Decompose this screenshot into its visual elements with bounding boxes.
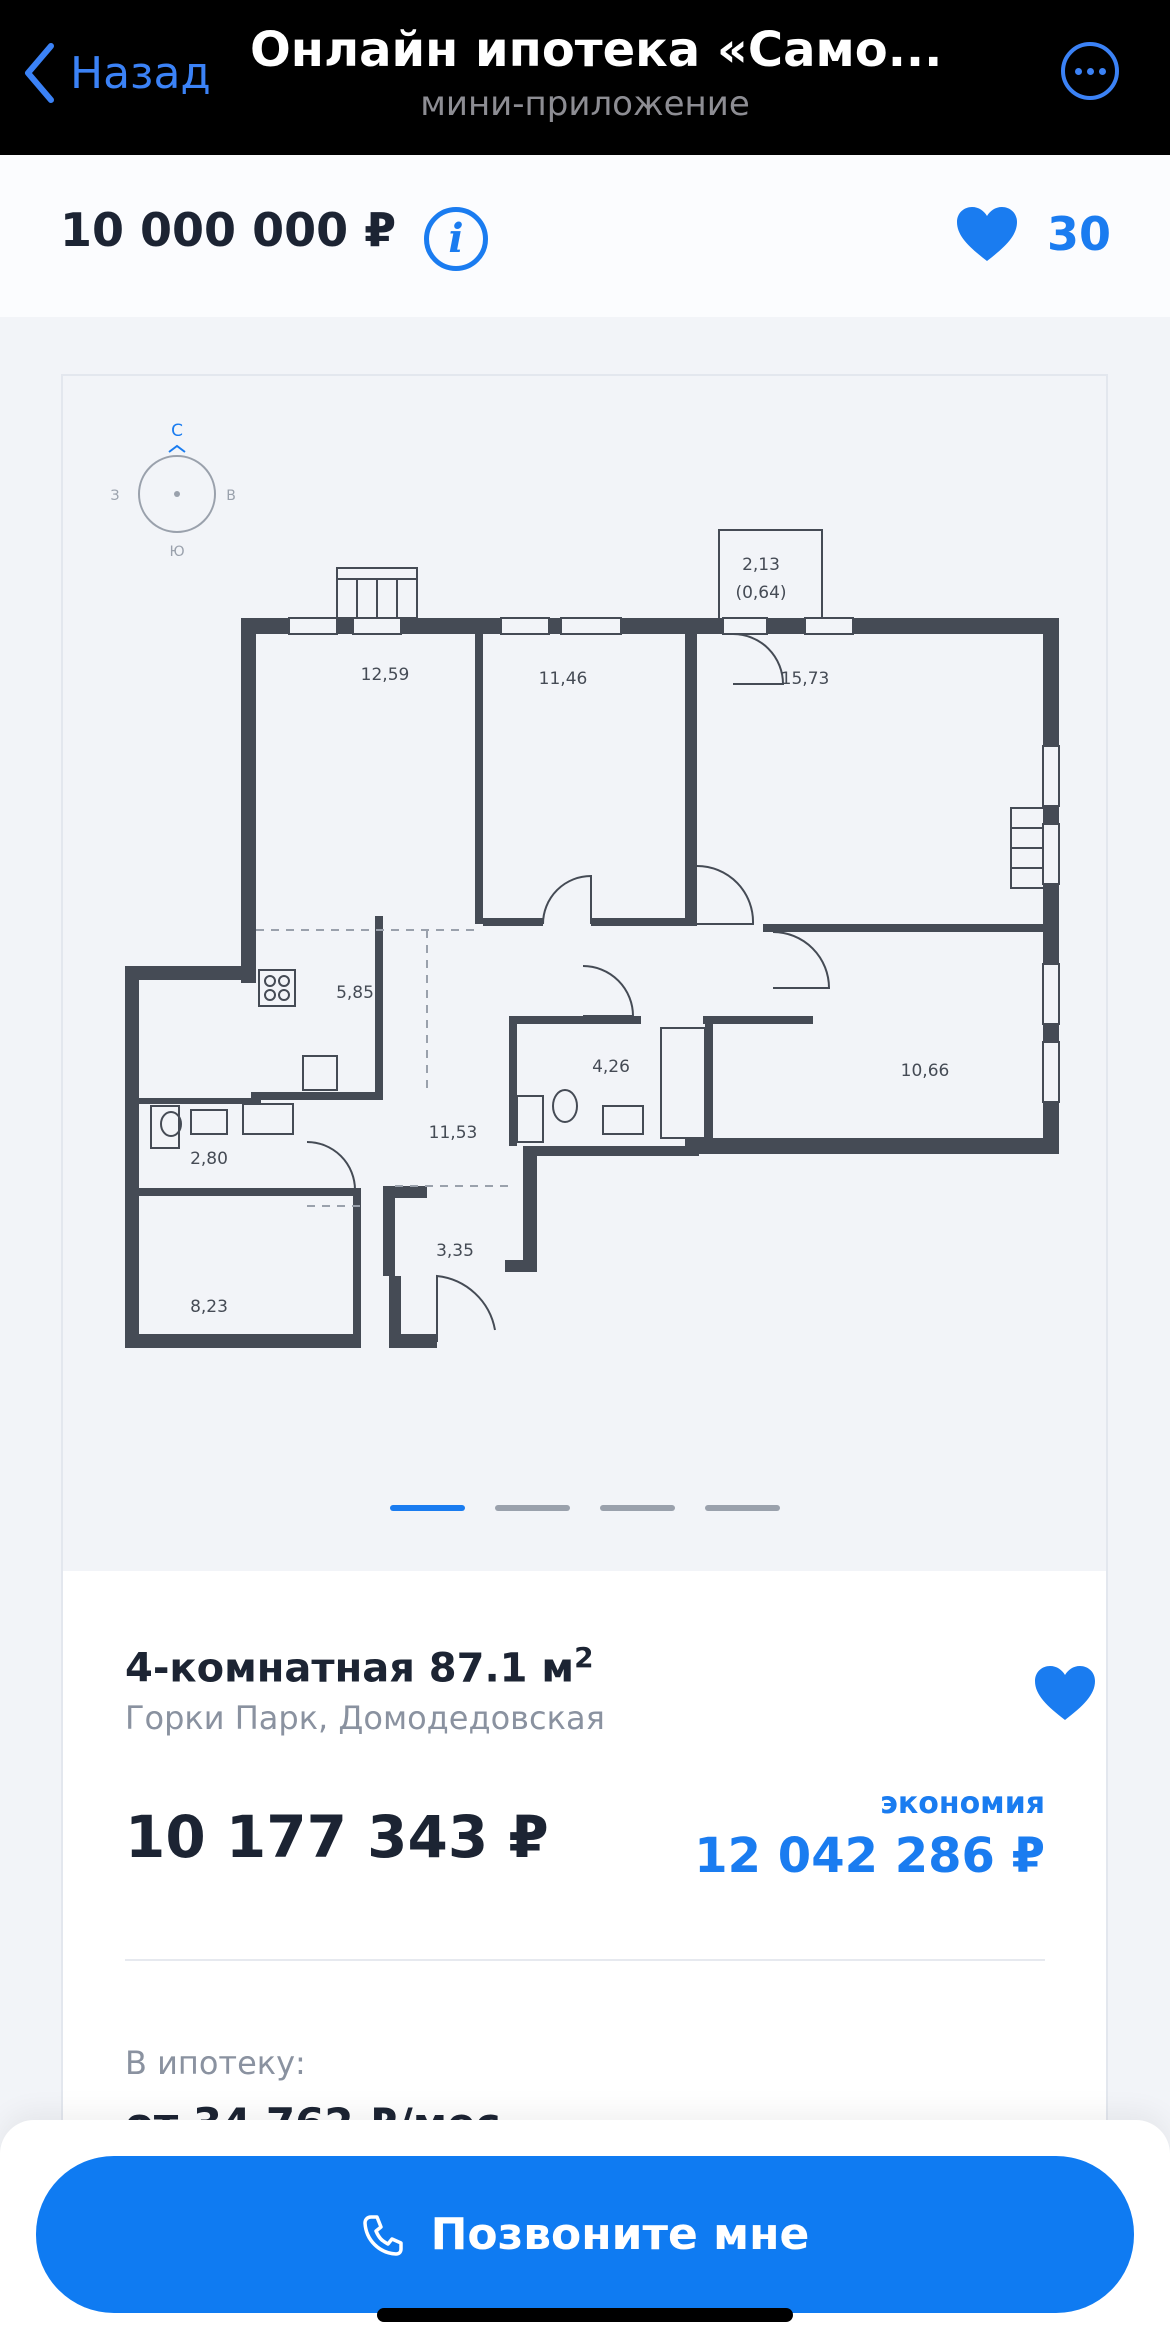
floorplan-image: С З В Ю 12,59 11,46 2,13 (0,64) 15,73 5,… bbox=[111, 421, 1060, 1348]
area-label: 10,66 bbox=[901, 1061, 950, 1081]
rooms-text: 4-комнатная 87.1 м bbox=[125, 1645, 575, 1692]
listing-title: 4-комнатная 87.1 м2 bbox=[125, 1641, 1045, 1691]
pagination-dot[interactable] bbox=[704, 1505, 780, 1511]
compass-west: З bbox=[111, 488, 120, 504]
area-label: (0,64) bbox=[735, 583, 786, 603]
favorite-button[interactable] bbox=[1033, 1664, 1097, 1726]
compass-north: С bbox=[171, 421, 183, 441]
chevron-left-icon bbox=[25, 43, 54, 103]
app-subtitle: мини-приложение bbox=[420, 84, 750, 124]
call-me-button[interactable]: Позвоните мне bbox=[36, 2156, 1134, 2313]
more-options-button[interactable] bbox=[1061, 42, 1119, 100]
info-icon[interactable]: i bbox=[424, 207, 488, 271]
compass-east: В bbox=[226, 488, 236, 504]
price-bar: 10 000 000 ₽ i 30 bbox=[0, 155, 1170, 317]
listing-card: С З В Ю 12,59 11,46 2,13 (0,64) 15,73 5,… bbox=[61, 374, 1108, 2348]
mortgage-label: В ипотеку: bbox=[125, 2044, 306, 2082]
pagination-dot[interactable] bbox=[494, 1505, 570, 1511]
dot-icon bbox=[1074, 67, 1082, 75]
area-label: 11,53 bbox=[429, 1123, 478, 1143]
gallery-pagination bbox=[63, 1505, 1106, 1511]
area-label: 2,80 bbox=[190, 1149, 228, 1169]
dot-icon bbox=[1086, 67, 1094, 75]
floorplan-gallery[interactable]: С З В Ю 12,59 11,46 2,13 (0,64) 15,73 5,… bbox=[63, 376, 1106, 1571]
listing-details: 4-комнатная 87.1 м2 Горки Парк, Домодедо… bbox=[125, 1641, 1095, 2148]
back-label: Назад bbox=[70, 47, 211, 99]
call-me-label: Позвоните мне bbox=[430, 2209, 810, 2260]
unit-superscript: 2 bbox=[574, 1641, 594, 1674]
compass-south: Ю bbox=[169, 544, 184, 560]
area-label: 12,59 bbox=[361, 665, 410, 685]
favorites-count: 30 bbox=[1047, 207, 1112, 261]
listing-price: 10 177 343 ₽ bbox=[125, 1803, 549, 1871]
heart-icon bbox=[957, 207, 1017, 261]
heart-icon bbox=[1035, 1666, 1095, 1720]
pagination-dot[interactable] bbox=[599, 1505, 675, 1511]
area-label: 11,46 bbox=[539, 669, 588, 689]
area-label: 5,85 bbox=[336, 983, 374, 1003]
area-label: 4,26 bbox=[592, 1057, 630, 1077]
area-label: 15,73 bbox=[781, 669, 830, 689]
savings-label: экономия bbox=[880, 1786, 1045, 1821]
area-label: 3,35 bbox=[436, 1241, 474, 1261]
header-price: 10 000 000 ₽ bbox=[60, 203, 397, 257]
app-title: Онлайн ипотека «Само... bbox=[250, 22, 943, 78]
phone-icon bbox=[362, 2214, 403, 2256]
title-block: Онлайн ипотека «Само... мини-приложение bbox=[250, 22, 943, 124]
pagination-dot-active[interactable] bbox=[389, 1505, 465, 1511]
favorites-counter[interactable]: 30 bbox=[955, 205, 1111, 263]
top-bar: Назад Онлайн ипотека «Само... мини-прило… bbox=[0, 0, 1170, 155]
area-label: 2,13 bbox=[742, 555, 780, 575]
home-indicator bbox=[377, 2308, 793, 2322]
area-label: 8,23 bbox=[190, 1297, 228, 1317]
divider bbox=[125, 1959, 1045, 1961]
dot-icon bbox=[1098, 67, 1106, 75]
listing-location: Горки Парк, Домодедовская bbox=[125, 1699, 605, 1738]
compass-icon: С З В Ю bbox=[111, 421, 236, 560]
back-button[interactable]: Назад bbox=[22, 38, 211, 108]
savings-value: 12 042 286 ₽ bbox=[694, 1828, 1045, 1884]
